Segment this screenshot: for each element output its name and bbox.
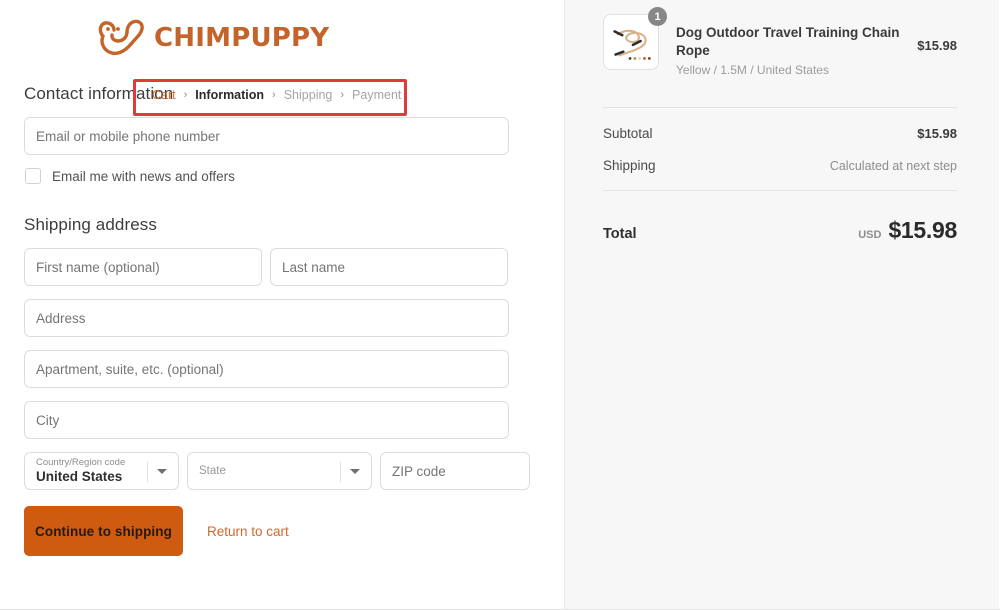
- first-name-input[interactable]: [24, 248, 262, 286]
- summary-totals: Subtotal $15.98 Shipping Calculated at n…: [603, 108, 957, 173]
- newsletter-checkbox-row[interactable]: Email me with news and offers: [25, 168, 565, 184]
- state-select[interactable]: State: [187, 452, 372, 490]
- checkout-page: CHIMPUPPY Cart › Information › Shipping …: [0, 0, 1000, 610]
- subtotal-value: $15.98: [917, 126, 957, 142]
- chevron-right-icon: ›: [340, 89, 345, 101]
- product-variant: Yellow / 1.5M / United States: [676, 63, 829, 78]
- shipping-value: Calculated at next step: [829, 159, 957, 174]
- brand-logo[interactable]: CHIMPUPPY: [0, 0, 564, 62]
- select-divider: [147, 462, 148, 482]
- breadcrumb-item-information[interactable]: Information: [195, 88, 264, 102]
- continue-to-shipping-button[interactable]: Continue to shipping: [24, 506, 183, 556]
- country-select[interactable]: Country/Region code United States: [24, 452, 179, 490]
- shipping-label: Shipping: [603, 158, 656, 174]
- checkout-form: Contact information Email me with news a…: [0, 84, 565, 556]
- shipping-row: Shipping Calculated at next step: [603, 158, 957, 173]
- shipping-address-heading: Shipping address: [24, 215, 157, 234]
- order-summary: 1 Dog Outdoor Travel Training Chain Rope…: [565, 0, 999, 609]
- product-title: Dog Outdoor Travel Training Chain Rope: [676, 25, 900, 58]
- subtotal-row: Subtotal $15.98: [603, 126, 957, 141]
- chevron-down-icon: [350, 469, 360, 474]
- newsletter-label: Email me with news and offers: [52, 168, 235, 184]
- address-input[interactable]: [24, 299, 509, 337]
- brand-name: CHIMPUPPY: [154, 23, 330, 53]
- region-row: Country/Region code United States State: [24, 452, 565, 490]
- grand-total-row: Total USD $15.98: [603, 217, 957, 244]
- breadcrumb-item-shipping: Shipping: [283, 88, 333, 102]
- product-price: $15.98: [917, 38, 957, 53]
- zip-input[interactable]: [380, 452, 530, 490]
- country-select-label: Country/Region code: [36, 456, 126, 468]
- return-to-cart-link[interactable]: Return to cart: [207, 524, 289, 539]
- total-amount: $15.98: [888, 217, 957, 244]
- form-actions: Continue to shipping Return to cart: [24, 506, 565, 556]
- product-thumbnail-wrap: 1: [603, 7, 667, 70]
- subtotal-label: Subtotal: [603, 126, 653, 142]
- newsletter-checkbox[interactable]: [25, 168, 41, 184]
- last-name-input[interactable]: [270, 248, 508, 286]
- name-row: [24, 248, 565, 286]
- currency-code: USD: [858, 229, 882, 242]
- email-input[interactable]: [24, 117, 509, 155]
- breadcrumb-item-cart[interactable]: Cart: [152, 88, 176, 102]
- dog-heart-logo-icon: [96, 17, 148, 59]
- breadcrumb: Cart › Information › Shipping › Payment: [152, 88, 401, 102]
- apartment-input[interactable]: [24, 350, 509, 388]
- total-label: Total: [603, 226, 637, 243]
- chevron-right-icon: ›: [272, 89, 276, 101]
- chevron-right-icon: ›: [183, 89, 188, 101]
- order-line-item: 1 Dog Outdoor Travel Training Chain Rope…: [603, 7, 957, 77]
- select-divider: [340, 462, 341, 482]
- state-select-placeholder: State: [199, 465, 226, 477]
- checkout-main-column: CHIMPUPPY Cart › Information › Shipping …: [0, 0, 565, 609]
- country-select-value: United States: [36, 468, 123, 484]
- product-info: Dog Outdoor Travel Training Chain Rope Y…: [676, 14, 900, 77]
- city-input[interactable]: [24, 401, 509, 439]
- chevron-down-icon: [157, 469, 167, 474]
- breadcrumb-item-payment: Payment: [352, 88, 402, 102]
- quantity-badge: 1: [648, 7, 667, 26]
- summary-divider-bottom: [603, 190, 957, 192]
